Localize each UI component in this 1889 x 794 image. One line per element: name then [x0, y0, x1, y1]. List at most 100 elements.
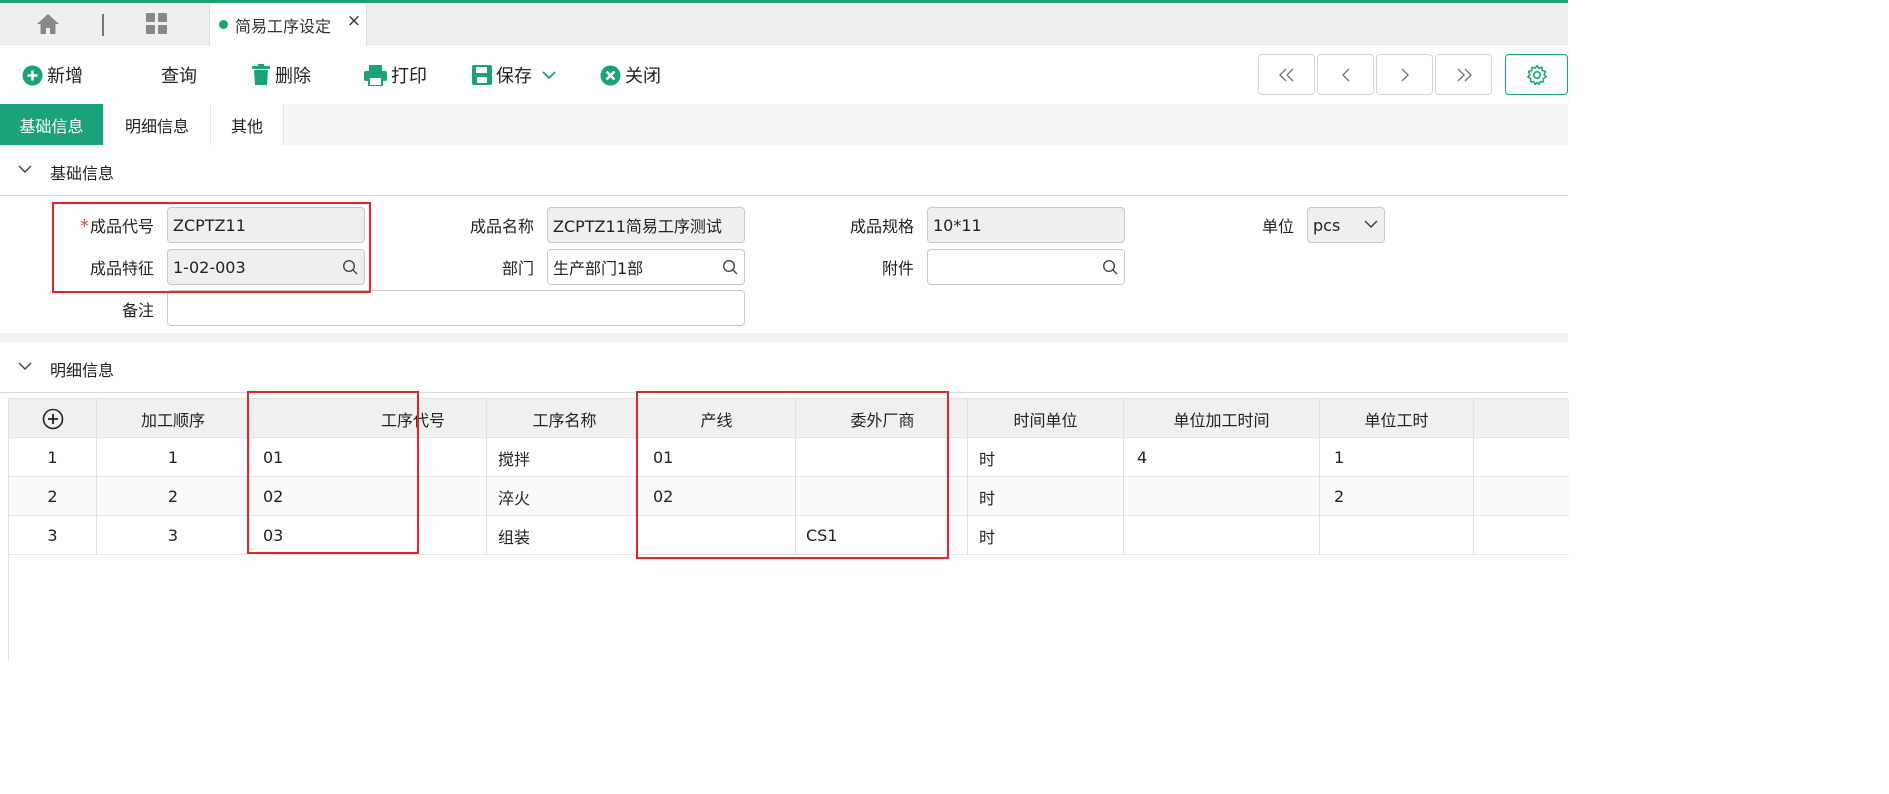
close-label: 关闭 — [625, 66, 661, 87]
add-button[interactable]: 新增 — [22, 62, 83, 88]
col-header-time-unit: 时间单位 — [968, 399, 1124, 438]
delete-button[interactable]: 删除 — [251, 62, 311, 88]
chevron-down-icon[interactable] — [542, 70, 556, 80]
cell-process-code[interactable]: 02 — [250, 477, 487, 516]
prev-icon — [1341, 68, 1349, 81]
row-number: 1 — [9, 438, 97, 477]
toolbar: 新增 查询 删除 打印 保存 关闭 — [0, 46, 1568, 104]
add-row-button[interactable] — [9, 399, 97, 438]
cell-process-name[interactable]: 搅拌 — [487, 438, 638, 477]
cell-process-code[interactable]: 03 — [250, 516, 487, 555]
grid-header: 加工顺序 工序代号 工序名称 产线 委外厂商 时间单位 单位加工时间 单位工时 — [9, 399, 1569, 438]
cell-unit-hours[interactable]: 2 — [1320, 477, 1474, 516]
cell-unit-process-time[interactable] — [1124, 477, 1320, 516]
plus-circle-icon — [22, 65, 43, 85]
cell-unit-process-time[interactable]: 4 — [1124, 438, 1320, 477]
col-header-sequence: 加工顺序 — [97, 399, 250, 438]
next-record-button[interactable] — [1376, 54, 1433, 95]
cell-sequence[interactable]: 1 — [97, 438, 250, 477]
tab-bar: 简易工序设定 × — [0, 3, 1568, 46]
home-icon[interactable] — [34, 11, 62, 37]
chevron-down-icon — [18, 362, 32, 371]
tab-basic-info[interactable]: 基础信息 — [0, 104, 104, 145]
print-label: 打印 — [391, 66, 427, 87]
cell-time-unit[interactable]: 时 — [968, 438, 1124, 477]
table-row[interactable]: 3 3 03 组装 CS1 时 — [9, 516, 1569, 555]
tab-detail-info[interactable]: 明细信息 — [104, 104, 211, 145]
cell-unit-hours[interactable] — [1320, 516, 1474, 555]
save-label: 保存 — [496, 66, 532, 87]
detail-info-header[interactable]: 明细信息 — [0, 343, 1568, 393]
settings-button[interactable] — [1505, 54, 1568, 95]
close-button[interactable]: 关闭 — [600, 62, 661, 88]
chevron-down-icon — [18, 165, 32, 174]
search-icon[interactable] — [1102, 259, 1118, 275]
cell-outsource-vendor[interactable] — [796, 438, 968, 477]
add-label: 新增 — [47, 66, 83, 87]
query-label: 查询 — [161, 66, 197, 87]
cell-sequence[interactable]: 2 — [97, 477, 250, 516]
search-icon[interactable] — [722, 259, 738, 275]
save-button[interactable]: 保存 — [472, 62, 560, 88]
cell-outsource-vendor[interactable] — [796, 477, 968, 516]
tab-other[interactable]: 其他 — [211, 104, 284, 145]
product-feature-field[interactable]: 1-02-003 — [167, 249, 365, 285]
cell-unit-process-time[interactable] — [1124, 516, 1320, 555]
col-header-process-name: 工序名称 — [487, 399, 638, 438]
department-field[interactable]: 生产部门1部 — [547, 249, 745, 285]
col-header-outsource-vendor: 委外厂商 — [796, 399, 968, 438]
cell-outsource-vendor[interactable]: CS1 — [796, 516, 968, 555]
product-code-field[interactable]: ZCPTZ11 — [167, 207, 365, 243]
unit-label: 单位 — [1261, 217, 1294, 236]
last-record-button[interactable] — [1435, 54, 1492, 95]
cell-production-line[interactable] — [638, 516, 796, 555]
product-name-field[interactable]: ZCPTZ11简易工序测试 — [547, 207, 745, 243]
query-button[interactable]: 查询 — [161, 62, 197, 88]
tab-separator — [102, 14, 104, 36]
close-tab-icon[interactable]: × — [346, 13, 362, 30]
cell-sequence[interactable]: 3 — [97, 516, 250, 555]
product-feature-value: 1-02-003 — [173, 257, 246, 277]
row-number: 2 — [9, 477, 97, 516]
tab-label: 简易工序设定 — [235, 17, 332, 36]
last-icon — [1457, 68, 1472, 81]
tab-simple-process-setting[interactable]: 简易工序设定 × — [209, 3, 367, 46]
cell-production-line[interactable]: 02 — [638, 477, 796, 516]
first-icon — [1278, 68, 1293, 81]
cell-process-code[interactable]: 01 — [250, 438, 487, 477]
cell-unit-hours[interactable]: 1 — [1320, 438, 1474, 477]
plus-circle-icon — [42, 408, 63, 429]
first-record-button[interactable] — [1258, 54, 1315, 95]
attachment-label: 附件 — [881, 259, 914, 278]
attachment-field[interactable] — [927, 249, 1125, 285]
print-button[interactable]: 打印 — [364, 62, 427, 88]
section-gap — [0, 333, 1568, 342]
department-value: 生产部门1部 — [553, 259, 644, 278]
basic-info-form: *成品代号 ZCPTZ11 成品名称 ZCPTZ11简易工序测试 成品规格 10… — [0, 196, 1568, 333]
table-row[interactable]: 2 2 02 淬火 02 时 2 — [9, 477, 1569, 516]
cell-time-unit[interactable]: 时 — [968, 516, 1124, 555]
close-circle-icon — [600, 65, 621, 85]
row-number: 3 — [9, 516, 97, 555]
table-row[interactable]: 1 1 01 搅拌 01 时 4 1 — [9, 438, 1569, 477]
product-feature-label: 成品特征 — [89, 259, 154, 278]
prev-record-button[interactable] — [1317, 54, 1374, 95]
chevron-down-icon — [1364, 220, 1378, 229]
remark-field[interactable] — [167, 290, 745, 326]
cell-process-name[interactable]: 淬火 — [487, 477, 638, 516]
search-icon[interactable] — [342, 259, 358, 275]
cell-time-unit[interactable]: 时 — [968, 477, 1124, 516]
printer-icon — [364, 64, 387, 86]
col-header-unit-hours: 单位工时 — [1320, 399, 1474, 438]
basic-info-title: 基础信息 — [50, 164, 115, 183]
grid-icon[interactable] — [144, 11, 170, 37]
cell-production-line[interactable]: 01 — [638, 438, 796, 477]
next-icon — [1401, 68, 1409, 81]
product-spec-label: 成品规格 — [849, 217, 914, 236]
unit-select[interactable]: pcs — [1307, 207, 1385, 243]
cell-process-name[interactable]: 组装 — [487, 516, 638, 555]
product-spec-field[interactable]: 10*11 — [927, 207, 1125, 243]
basic-info-header[interactable]: 基础信息 — [0, 146, 1568, 196]
active-tab-dot — [219, 20, 228, 29]
gear-icon — [1526, 64, 1547, 85]
